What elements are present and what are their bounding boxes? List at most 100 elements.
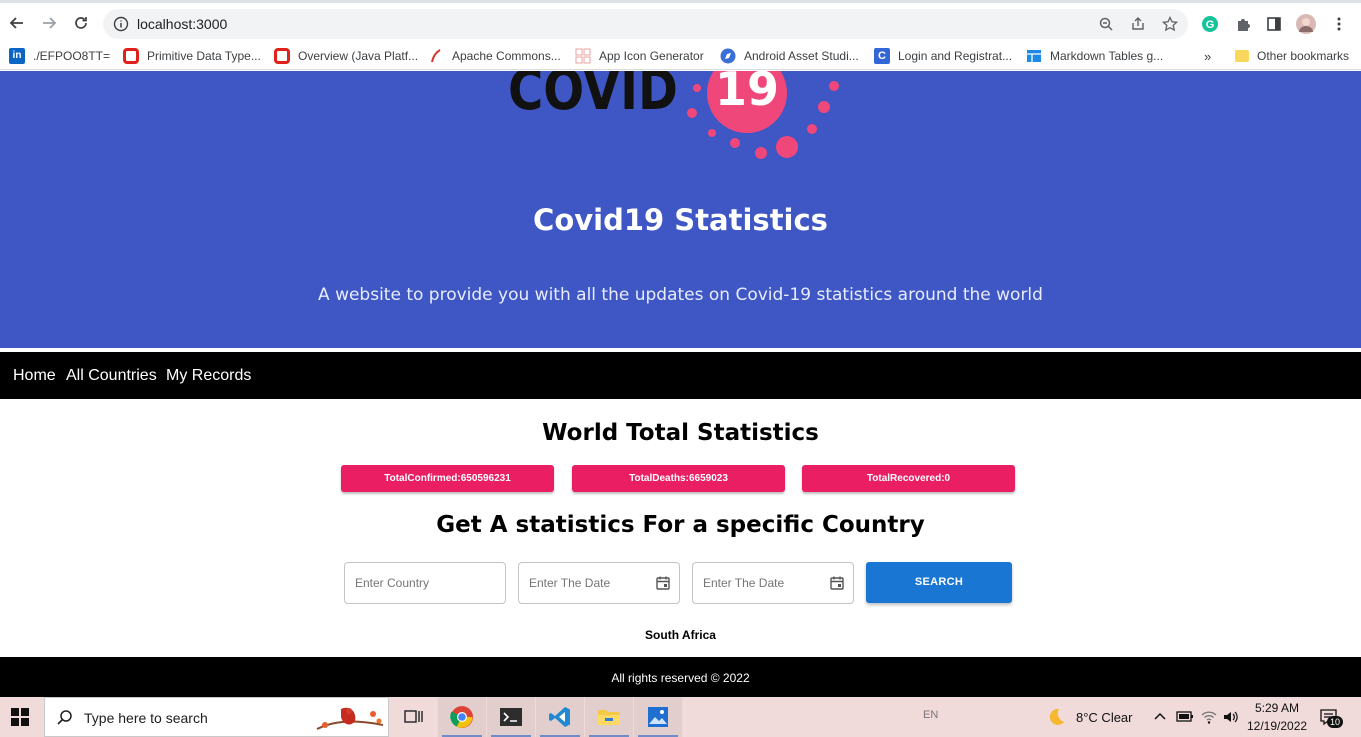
puzzle-icon: [1238, 19, 1250, 31]
page-subtitle: A website to provide you with all the up…: [318, 285, 1043, 305]
total-confirmed-button[interactable]: TotalConfirmed:650596231: [341, 465, 554, 492]
nav-home-link[interactable]: Home: [13, 367, 56, 385]
start-date-input[interactable]: Enter The Date: [518, 562, 680, 604]
bookmark-item[interactable]: Markdown Tables g...: [1026, 46, 1163, 66]
linkedin-icon: in: [9, 48, 25, 64]
bookmark-label: App Icon Generator: [599, 49, 704, 63]
more-bookmarks-button[interactable]: »: [1204, 46, 1211, 66]
reload-button[interactable]: [70, 12, 92, 34]
bookmark-label: Primitive Data Type...: [147, 49, 261, 63]
copyright-text: All rights reserved © 2022: [611, 671, 750, 685]
weather-moon-icon[interactable]: [1045, 706, 1067, 728]
oracle-icon: [123, 48, 139, 64]
compass-icon: [720, 48, 736, 64]
zoom-icon: [1099, 17, 1113, 31]
other-bookmarks-folder[interactable]: Other bookmarks: [1235, 46, 1349, 66]
bookmark-item[interactable]: in ./EFPOO8TT=: [9, 46, 110, 66]
svg-text:G: G: [1206, 19, 1215, 31]
taskbar-search-placeholder: Type here to search: [84, 710, 208, 726]
windows-taskbar: Type here to search EN 8°C Clear 5:29 AM…: [0, 697, 1361, 737]
search-icon: [57, 710, 72, 725]
bookmark-label: Overview (Java Platf...: [298, 49, 419, 63]
grid-icon: [575, 48, 591, 64]
logo-dot: [818, 101, 830, 113]
end-date-placeholder: Enter The Date: [703, 576, 785, 590]
total-recovered-button[interactable]: TotalRecovered:0: [802, 465, 1015, 492]
bookmark-item[interactable]: Apache Commons...: [428, 46, 561, 66]
battery-icon[interactable]: [1176, 709, 1194, 723]
feather-icon: [431, 49, 441, 63]
bookmark-star-icon: [1162, 16, 1178, 32]
avatar-icon: [1296, 14, 1316, 34]
chevron-up-icon[interactable]: [1153, 710, 1167, 722]
c-icon: C: [874, 48, 890, 64]
total-deaths-button[interactable]: TotalDeaths:6659023: [572, 465, 785, 492]
oracle-icon: [274, 48, 290, 64]
browser-toolbar: localhost:3000 G: [0, 0, 1361, 42]
grammarly-extension[interactable]: G: [1199, 13, 1221, 35]
taskbar-vscode[interactable]: [536, 697, 584, 737]
bookmark-item[interactable]: Overview (Java Platf...: [274, 46, 418, 66]
start-date-placeholder: Enter The Date: [529, 576, 611, 590]
extensions-button[interactable]: [1232, 13, 1254, 35]
vscode-icon: [549, 707, 570, 727]
calendar-icon[interactable]: [655, 575, 671, 591]
url-text: localhost:3000: [137, 16, 228, 32]
profile-avatar[interactable]: [1295, 13, 1317, 35]
nav-my-records-link[interactable]: My Records: [166, 367, 251, 385]
taskbar-file-explorer[interactable]: [585, 697, 633, 737]
notification-count-badge: 10: [1327, 716, 1344, 728]
country-input-placeholder: Enter Country: [355, 576, 430, 590]
bookmark-item[interactable]: Primitive Data Type...: [123, 46, 261, 66]
end-date-input[interactable]: Enter The Date: [692, 562, 854, 604]
bookmark-label: Markdown Tables g...: [1050, 49, 1164, 63]
chevron-double-icon: »: [1204, 48, 1212, 64]
wifi-icon[interactable]: [1201, 709, 1217, 725]
forward-button[interactable]: [38, 12, 60, 34]
bookmark-label: Apache Commons...: [452, 49, 561, 63]
logo-dot: [708, 129, 716, 137]
chrome-icon: [450, 706, 473, 728]
calendar-icon[interactable]: [829, 575, 845, 591]
folder-icon: [1235, 50, 1249, 62]
bookmark-item[interactable]: Android Asset Studi...: [720, 46, 859, 66]
folder-icon: [598, 710, 620, 725]
side-panel-button[interactable]: [1263, 13, 1285, 35]
bookmark-label: Android Asset Studi...: [744, 49, 859, 63]
address-bar[interactable]: localhost:3000: [103, 9, 1188, 39]
start-button[interactable]: [0, 697, 40, 737]
weather-text[interactable]: 8°C Clear: [1076, 710, 1133, 725]
clock-time[interactable]: 5:29 AM: [1255, 701, 1299, 715]
world-stats-heading: World Total Statistics: [542, 420, 819, 446]
bookmark-item[interactable]: C Login and Registrat...: [874, 46, 1012, 66]
windows-logo-icon: [11, 708, 29, 726]
terminal-icon: [500, 708, 522, 726]
taskbar-photos[interactable]: [634, 697, 682, 737]
logo-dot: [730, 138, 740, 148]
volume-icon[interactable]: [1222, 709, 1240, 725]
taskbar-search-box[interactable]: Type here to search: [44, 697, 389, 737]
search-button[interactable]: SEARCH: [866, 562, 1012, 603]
table-icon: [1027, 50, 1041, 62]
bookmark-label: ./EFPOO8TT=: [33, 49, 111, 63]
result-country-name: South Africa: [645, 628, 716, 642]
page-title: Covid19 Statistics: [533, 203, 828, 237]
logo-dot: [776, 136, 798, 158]
language-indicator[interactable]: EN: [923, 709, 938, 721]
back-button[interactable]: [6, 12, 28, 34]
logo-dot: [693, 84, 701, 92]
logo-text: COVID: [508, 71, 678, 123]
browser-menu-button[interactable]: [1328, 13, 1350, 35]
clock-date[interactable]: 12/19/2022: [1247, 719, 1307, 733]
nav-all-countries-link[interactable]: All Countries: [66, 367, 157, 385]
logo-number: 19: [715, 71, 779, 116]
task-view-button[interactable]: [389, 697, 437, 737]
taskbar-terminal[interactable]: [487, 697, 535, 737]
country-input[interactable]: Enter Country: [344, 562, 506, 604]
logo-dot: [687, 108, 697, 118]
taskbar-chrome[interactable]: [438, 697, 486, 737]
side-panel-icon: [1267, 17, 1281, 31]
logo-dot: [807, 124, 817, 134]
bookmark-item[interactable]: App Icon Generator: [575, 46, 704, 66]
kebab-menu-icon: [1337, 17, 1341, 31]
